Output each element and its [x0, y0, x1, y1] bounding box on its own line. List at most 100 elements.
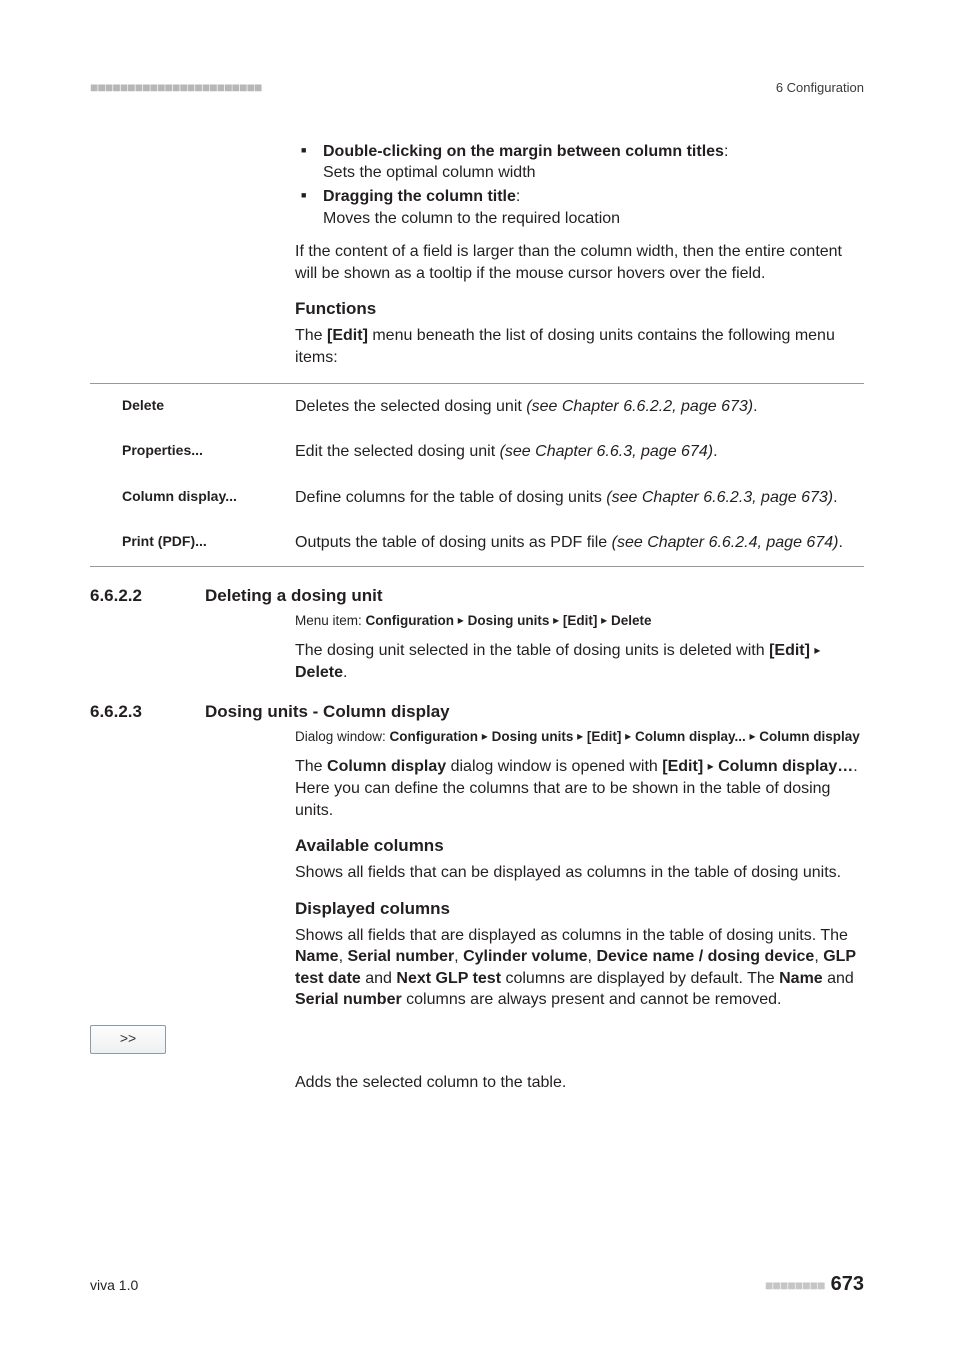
dialog-path-6623: Dialog window: Configuration ▸ Dosing un…	[295, 728, 864, 746]
bullet-title: Double-clicking on the margin between co…	[323, 143, 724, 160]
chevron-right-icon: ▸	[814, 643, 820, 657]
displayed-columns-para: Shows all fields that are displayed as c…	[295, 925, 864, 1011]
chevron-right-icon: ▸	[577, 729, 583, 743]
menu-item-desc: Outputs the table of dosing units as PDF…	[295, 532, 864, 554]
chevron-right-icon: ▸	[482, 729, 488, 743]
bullet-title: Dragging the column title	[323, 188, 516, 205]
text: .	[833, 489, 837, 506]
menu-item-properties: Properties...	[90, 441, 295, 463]
chapter-ref: (see Chapter 6.6.2.4, page 674)	[612, 534, 839, 551]
menu-item-print-pdf: Print (PDF)...	[90, 532, 295, 554]
available-columns-heading: Available columns	[295, 835, 864, 858]
chevron-right-icon: ▸	[601, 613, 607, 627]
text: .	[343, 664, 347, 681]
page-number: 673	[831, 1273, 864, 1295]
crumb-label: Dialog window:	[295, 729, 390, 744]
edit-menu-ref: [Edit]	[327, 327, 368, 344]
column-gesture-list: Double-clicking on the margin between co…	[295, 141, 864, 229]
chevron-right-icon: ▸	[750, 729, 756, 743]
edit-ref: [Edit]	[769, 642, 810, 659]
table-row: Print (PDF)... Outputs the table of dosi…	[90, 520, 864, 566]
chevron-right-icon: ▸	[553, 613, 559, 627]
available-columns-para: Shows all fields that can be displayed a…	[295, 862, 864, 884]
section-6623-intro: The Column display dialog window is open…	[295, 756, 864, 821]
text: .	[713, 443, 717, 460]
crumb-part: [Edit]	[587, 729, 622, 744]
section-number: 6.6.2.3	[90, 701, 205, 724]
list-item: Dragging the column title: Moves the col…	[295, 186, 864, 229]
text: columns are displayed by default. The	[501, 970, 779, 987]
chevron-right-icon: ▸	[625, 729, 631, 743]
header-ornament-left: ■■■■■■■■■■■■■■■■■■■■■■■	[90, 78, 262, 97]
intro-block: Double-clicking on the margin between co…	[295, 141, 864, 369]
text: and	[361, 970, 397, 987]
table-row: Properties... Edit the selected dosing u…	[90, 429, 864, 475]
bullet-desc: Moves the column to the required locatio…	[323, 210, 620, 227]
delete-ref: Delete	[295, 664, 343, 681]
col-serial: Serial number	[347, 948, 454, 965]
column-display-ref: Column display…	[718, 758, 853, 775]
menu-item-delete: Delete	[90, 396, 295, 418]
displayed-columns-heading: Displayed columns	[295, 898, 864, 921]
menu-item-desc: Define columns for the table of dosing u…	[295, 487, 864, 509]
tooltip-paragraph: If the content of a field is larger than…	[295, 241, 864, 284]
menu-item-desc: Deletes the selected dosing unit (see Ch…	[295, 396, 864, 418]
footer-right: ■■■■■■■■ 673	[765, 1271, 864, 1298]
text: The	[295, 327, 327, 344]
crumb-part: Configuration	[390, 729, 478, 744]
crumb-part: Delete	[611, 613, 652, 628]
functions-heading: Functions	[295, 298, 864, 321]
footer-ornament: ■■■■■■■■	[765, 1277, 825, 1293]
section-heading-6623: 6.6.2.3 Dosing units - Column display	[90, 701, 864, 724]
add-column-desc: Adds the selected column to the table.	[295, 1072, 864, 1094]
page-footer: viva 1.0 ■■■■■■■■673	[90, 1271, 864, 1298]
chapter-ref: (see Chapter 6.6.2.3, page 673)	[606, 489, 833, 506]
edit-menu-items-table: Delete Deletes the selected dosing unit …	[90, 383, 864, 567]
chapter-ref: (see Chapter 6.6.2.2, page 673)	[526, 398, 753, 415]
section-title: Dosing units - Column display	[205, 701, 450, 724]
text: :	[724, 143, 728, 160]
text: Outputs the table of dosing units as PDF…	[295, 534, 612, 551]
text: columns are always present and cannot be…	[402, 991, 782, 1008]
text: and	[823, 970, 854, 987]
add-column-button[interactable]: >>	[90, 1025, 166, 1054]
menu-item-column-display: Column display...	[90, 487, 295, 509]
text: Deletes the selected dosing unit	[295, 398, 526, 415]
text: ,	[814, 948, 823, 965]
section-heading-6622: 6.6.2.2 Deleting a dosing unit	[90, 585, 864, 608]
text: The dosing unit selected in the table of…	[295, 642, 769, 659]
text: :	[516, 188, 520, 205]
col-serial: Serial number	[295, 991, 402, 1008]
text: .	[753, 398, 757, 415]
table-row: Delete Deletes the selected dosing unit …	[90, 384, 864, 430]
crumb-part: Dosing units	[492, 729, 574, 744]
menu-item-desc: Edit the selected dosing unit (see Chapt…	[295, 441, 864, 463]
section-6622-body: The dosing unit selected in the table of…	[295, 640, 864, 683]
edit-ref: [Edit]	[662, 758, 703, 775]
col-name: Name	[779, 970, 823, 987]
menu-path-6622: Menu item: Configuration ▸ Dosing units …	[295, 612, 864, 630]
bullet-desc: Sets the optimal column width	[323, 164, 536, 181]
text: .	[838, 534, 842, 551]
functions-intro: The [Edit] menu beneath the list of dosi…	[295, 325, 864, 368]
col-next-glp: Next GLP test	[396, 970, 501, 987]
text: ,	[454, 948, 463, 965]
chapter-ref: (see Chapter 6.6.3, page 674)	[500, 443, 713, 460]
text: menu beneath the list of dosing units co…	[295, 327, 835, 366]
text: Define columns for the table of dosing u…	[295, 489, 606, 506]
crumb-part: Dosing units	[468, 613, 550, 628]
text: dialog window is opened with	[446, 758, 662, 775]
text: Shows all fields that are displayed as c…	[295, 927, 848, 944]
text: Edit the selected dosing unit	[295, 443, 500, 460]
list-item: Double-clicking on the margin between co…	[295, 141, 864, 184]
header-chapter: 6 Configuration	[776, 79, 864, 97]
section-title: Deleting a dosing unit	[205, 585, 383, 608]
col-cyl-volume: Cylinder volume	[463, 948, 587, 965]
chevron-right-icon: ▸	[458, 613, 464, 627]
dialog-name: Column display	[327, 758, 446, 775]
col-name: Name	[295, 948, 339, 965]
running-header: ■■■■■■■■■■■■■■■■■■■■■■■ 6 Configuration	[90, 78, 864, 97]
section-number: 6.6.2.2	[90, 585, 205, 608]
crumb-part: Column display	[759, 729, 860, 744]
table-row: Column display... Define columns for the…	[90, 475, 864, 521]
